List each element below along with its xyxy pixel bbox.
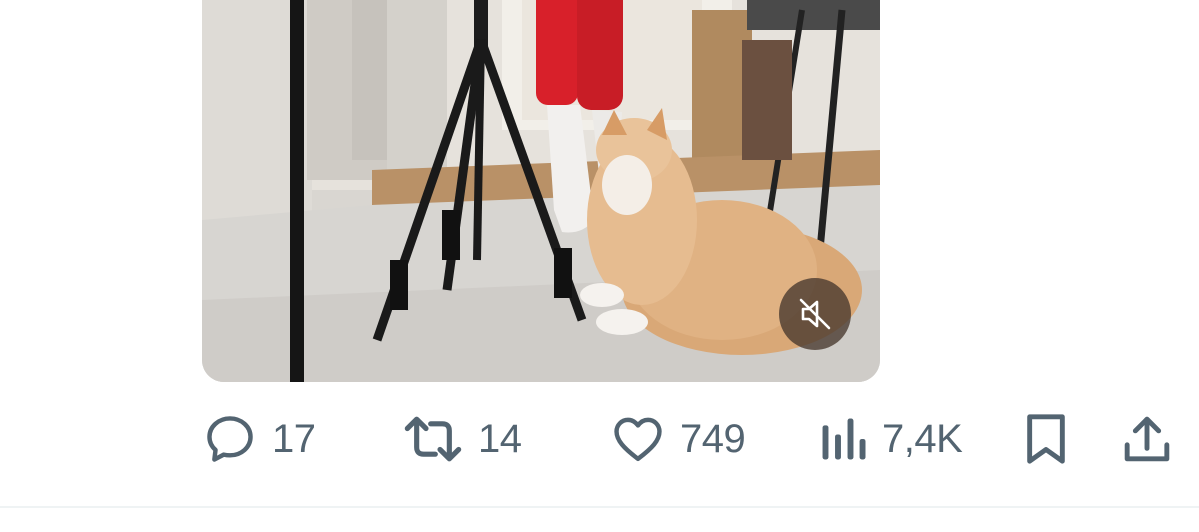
video-frame [202,0,880,382]
like-count: 749 [680,416,746,461]
reply-count: 17 [272,416,316,461]
views-count: 7,4K [882,416,963,461]
tweet-divider [0,506,1199,508]
repost-button[interactable]: 14 [402,408,522,470]
speaker-muted-icon [799,298,831,330]
share-button[interactable] [1119,408,1175,470]
repost-arrows-icon [404,416,462,462]
bookmark-icon [1027,414,1065,464]
mute-toggle-button[interactable] [779,278,851,350]
reply-bubble-icon [207,416,253,462]
views-bar-chart-icon [822,418,866,460]
reply-button[interactable]: 17 [202,408,316,470]
heart-icon [614,417,662,462]
repost-count: 14 [478,416,522,461]
like-button[interactable]: 749 [610,408,746,470]
share-upload-icon [1124,416,1170,462]
tweet-video[interactable] [202,0,880,382]
bookmark-button[interactable] [1020,408,1072,470]
views-button[interactable]: 7,4K [818,408,963,470]
tweet-action-bar: 17 14 749 7,4K [202,408,1177,470]
